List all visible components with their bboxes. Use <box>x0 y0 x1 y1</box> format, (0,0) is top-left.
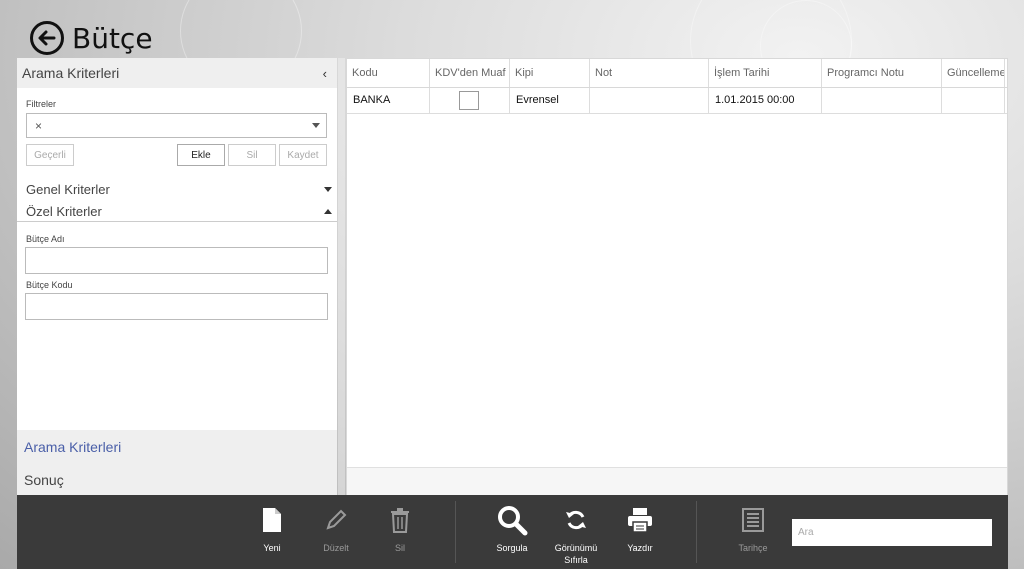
appbar-separator <box>455 501 456 563</box>
page-title: Bütçe <box>72 21 153 55</box>
trash-icon <box>391 508 409 533</box>
budget-name-input[interactable] <box>25 247 328 274</box>
dropdown-caret-icon <box>312 123 320 128</box>
budget-code-input[interactable] <box>25 293 328 320</box>
new-button[interactable]: Yeni <box>242 505 302 554</box>
cell-guncelleme <box>942 88 1005 113</box>
collapse-icon <box>324 208 332 214</box>
search-input[interactable] <box>792 519 992 546</box>
column-header[interactable]: Kodu <box>347 59 430 87</box>
app-bar: Yeni Düzelt Sil Sorgula Görünümü Sıfırla… <box>17 495 1008 569</box>
expand-icon <box>324 186 332 192</box>
print-label: Yazdır <box>627 543 653 553</box>
column-header[interactable]: KDV'den Muaf <box>430 59 510 87</box>
reset-view-label: Görünümü Sıfırla <box>555 542 598 566</box>
magnifier-icon <box>498 506 528 536</box>
reset-view-label-line2: Sıfırla <box>564 555 588 565</box>
column-header[interactable]: Not <box>590 59 709 87</box>
column-header[interactable]: Kipi <box>510 59 590 87</box>
budget-code-label: Bütçe Kodu <box>26 280 73 290</box>
table-row[interactable]: BANKA Evrensel 1.01.2015 00:00 <box>347 88 1007 114</box>
filters-label: Filtreler <box>26 99 57 109</box>
current-filter-button[interactable]: Geçerli <box>26 144 74 166</box>
section-general-criteria[interactable]: Genel Kriterler <box>26 178 337 200</box>
section-general-label: Genel Kriterler <box>26 181 110 197</box>
history-label: Tarihçe <box>738 543 768 553</box>
reset-view-button[interactable]: Görünümü Sıfırla <box>546 505 606 566</box>
reset-view-label-line1: Görünümü <box>554 543 598 553</box>
printer-icon <box>628 508 652 533</box>
new-label: Yeni <box>263 543 281 553</box>
cell-kodu: BANKA <box>347 88 430 113</box>
search-panel-footer: Arama Kriterleri Sonuç <box>17 430 337 496</box>
query-button[interactable]: Sorgula <box>482 505 542 554</box>
delete-label: Sil <box>394 543 405 553</box>
horizontal-scrollbar[interactable] <box>347 467 1007 495</box>
data-grid: Kodu KDV'den Muaf Kipi Not İşlem Tarihi … <box>346 58 1008 495</box>
panel-splitter[interactable] <box>338 58 345 496</box>
result-tab[interactable]: Sonuç <box>24 472 64 488</box>
search-panel-header: Arama Kriterleri ‹ <box>17 58 337 88</box>
cell-programci-notu <box>822 88 942 113</box>
page-header: Bütçe <box>30 16 153 60</box>
clear-filter-icon[interactable]: × <box>35 119 42 133</box>
cell-kdv-muaf <box>430 88 510 113</box>
search-panel-title: Arama Kriterleri <box>22 65 120 81</box>
section-special-label: Özel Kriterler <box>26 203 102 219</box>
save-filter-button[interactable]: Kaydet <box>279 144 327 166</box>
print-button[interactable]: Yazdır <box>610 505 670 554</box>
column-header[interactable]: Programcı Notu <box>822 59 942 87</box>
back-button[interactable] <box>30 21 64 55</box>
cell-kipi: Evrensel <box>510 88 590 113</box>
back-arrow-icon <box>38 30 56 46</box>
kdv-exempt-checkbox[interactable] <box>459 91 479 110</box>
edit-button[interactable]: Düzelt <box>306 505 366 554</box>
filter-select[interactable]: × <box>26 113 327 138</box>
pencil-icon <box>326 509 347 530</box>
appbar-separator <box>696 501 697 563</box>
add-filter-button[interactable]: Ekle <box>177 144 225 166</box>
cell-islem-tarihi: 1.01.2015 00:00 <box>709 88 822 113</box>
cell-not <box>590 88 709 113</box>
column-header[interactable]: Güncelleme <box>942 59 1005 87</box>
grid-header: Kodu KDV'den Muaf Kipi Not İşlem Tarihi … <box>347 59 1007 88</box>
budget-name-label: Bütçe Adı <box>26 234 65 244</box>
document-icon <box>263 508 281 532</box>
edit-label: Düzelt <box>323 543 349 553</box>
query-label: Sorgula <box>496 543 528 553</box>
section-divider <box>17 221 337 222</box>
search-criteria-tab[interactable]: Arama Kriterleri <box>24 439 121 455</box>
section-special-criteria[interactable]: Özel Kriterler <box>26 200 337 222</box>
chevron-left-icon[interactable]: ‹ <box>323 66 327 81</box>
delete-button[interactable]: Sil <box>370 505 430 554</box>
delete-filter-button[interactable]: Sil <box>228 144 276 166</box>
history-list-icon <box>742 508 764 532</box>
refresh-icon <box>566 510 586 530</box>
column-header[interactable]: İşlem Tarihi <box>709 59 822 87</box>
search-panel: Arama Kriterleri ‹ Filtreler × Geçerli E… <box>17 58 337 496</box>
history-button[interactable]: Tarihçe <box>723 505 783 554</box>
